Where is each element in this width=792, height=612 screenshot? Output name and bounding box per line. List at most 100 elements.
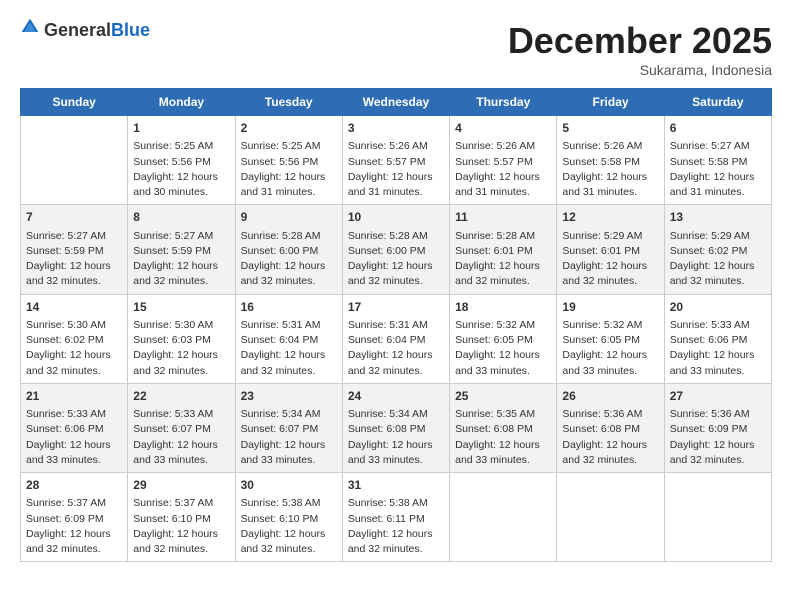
calendar-cell: 7 Sunrise: 5:27 AM Sunset: 5:59 PM Daylig… xyxy=(21,205,128,294)
calendar-cell xyxy=(664,473,771,562)
logo-general: General xyxy=(44,20,111,40)
cell-content: Sunrise: 5:28 AM Sunset: 6:01 PM Dayligh… xyxy=(455,229,551,290)
calendar-cell: 27 Sunrise: 5:36 AM Sunset: 6:09 PM Dayli… xyxy=(664,383,771,472)
day-number: 27 xyxy=(670,388,766,405)
calendar-cell: 19 Sunrise: 5:32 AM Sunset: 6:05 PM Dayli… xyxy=(557,294,664,383)
calendar-header-row: SundayMondayTuesdayWednesdayThursdayFrid… xyxy=(21,89,772,116)
calendar-cell: 10Sunrise: 5:28 AM Sunset: 6:00 PM Dayli… xyxy=(342,205,449,294)
day-number: 11 xyxy=(455,209,551,226)
calendar-cell: 11 Sunrise: 5:28 AM Sunset: 6:01 PM Dayli… xyxy=(450,205,557,294)
cell-content: Sunrise: 5:26 AM Sunset: 5:57 PM Dayligh… xyxy=(348,139,444,200)
month-title: December 2025 xyxy=(508,20,772,62)
calendar-week-4: 21 Sunrise: 5:33 AM Sunset: 6:06 PM Dayli… xyxy=(21,383,772,472)
header-tuesday: Tuesday xyxy=(235,89,342,116)
day-number: 6 xyxy=(670,120,766,137)
calendar-week-2: 7 Sunrise: 5:27 AM Sunset: 5:59 PM Daylig… xyxy=(21,205,772,294)
logo-icon xyxy=(20,17,40,37)
calendar-cell: 14 Sunrise: 5:30 AM Sunset: 6:02 PM Dayli… xyxy=(21,294,128,383)
day-number: 30 xyxy=(241,477,337,494)
cell-content: Sunrise: 5:28 AM Sunset: 6:00 PM Dayligh… xyxy=(241,229,337,290)
calendar-cell: 20 Sunrise: 5:33 AM Sunset: 6:06 PM Dayli… xyxy=(664,294,771,383)
day-number: 17 xyxy=(348,299,444,316)
day-number: 24 xyxy=(348,388,444,405)
calendar-cell: 25 Sunrise: 5:35 AM Sunset: 6:08 PM Dayli… xyxy=(450,383,557,472)
cell-content: Sunrise: 5:33 AM Sunset: 6:06 PM Dayligh… xyxy=(670,318,766,379)
cell-content: Sunrise: 5:26 AM Sunset: 5:58 PM Dayligh… xyxy=(562,139,658,200)
calendar-cell: 12 Sunrise: 5:29 AM Sunset: 6:01 PM Dayli… xyxy=(557,205,664,294)
header-sunday: Sunday xyxy=(21,89,128,116)
day-number: 7 xyxy=(26,209,122,226)
calendar-cell: 23 Sunrise: 5:34 AM Sunset: 6:07 PM Dayli… xyxy=(235,383,342,472)
day-number: 8 xyxy=(133,209,229,226)
calendar-cell: 13Sunrise: 5:29 AM Sunset: 6:02 PM Dayli… xyxy=(664,205,771,294)
day-number: 12 xyxy=(562,209,658,226)
calendar-cell: 29Sunrise: 5:37 AM Sunset: 6:10 PM Dayli… xyxy=(128,473,235,562)
cell-content: Sunrise: 5:27 AM Sunset: 5:59 PM Dayligh… xyxy=(26,229,122,290)
calendar-cell: 18 Sunrise: 5:32 AM Sunset: 6:05 PM Dayli… xyxy=(450,294,557,383)
calendar-cell: 26 Sunrise: 5:36 AM Sunset: 6:08 PM Dayli… xyxy=(557,383,664,472)
day-number: 10 xyxy=(348,209,444,226)
cell-content: Sunrise: 5:36 AM Sunset: 6:08 PM Dayligh… xyxy=(562,407,658,468)
cell-content: Sunrise: 5:31 AM Sunset: 6:04 PM Dayligh… xyxy=(241,318,337,379)
calendar-cell: 3 Sunrise: 5:26 AM Sunset: 5:57 PM Daylig… xyxy=(342,116,449,205)
cell-content: Sunrise: 5:30 AM Sunset: 6:02 PM Dayligh… xyxy=(26,318,122,379)
calendar-week-3: 14 Sunrise: 5:30 AM Sunset: 6:02 PM Dayli… xyxy=(21,294,772,383)
cell-content: Sunrise: 5:34 AM Sunset: 6:07 PM Dayligh… xyxy=(241,407,337,468)
day-number: 3 xyxy=(348,120,444,137)
calendar-cell xyxy=(450,473,557,562)
calendar-cell: 9 Sunrise: 5:28 AM Sunset: 6:00 PM Daylig… xyxy=(235,205,342,294)
header-saturday: Saturday xyxy=(664,89,771,116)
cell-content: Sunrise: 5:37 AM Sunset: 6:10 PM Dayligh… xyxy=(133,496,229,557)
cell-content: Sunrise: 5:33 AM Sunset: 6:07 PM Dayligh… xyxy=(133,407,229,468)
header-monday: Monday xyxy=(128,89,235,116)
cell-content: Sunrise: 5:33 AM Sunset: 6:06 PM Dayligh… xyxy=(26,407,122,468)
calendar-cell xyxy=(557,473,664,562)
calendar-cell: 24 Sunrise: 5:34 AM Sunset: 6:08 PM Dayli… xyxy=(342,383,449,472)
day-number: 20 xyxy=(670,299,766,316)
calendar-cell: 16Sunrise: 5:31 AM Sunset: 6:04 PM Dayli… xyxy=(235,294,342,383)
day-number: 15 xyxy=(133,299,229,316)
calendar-cell: 28 Sunrise: 5:37 AM Sunset: 6:09 PM Dayli… xyxy=(21,473,128,562)
calendar-cell: 31Sunrise: 5:38 AM Sunset: 6:11 PM Dayli… xyxy=(342,473,449,562)
day-number: 2 xyxy=(241,120,337,137)
cell-content: Sunrise: 5:25 AM Sunset: 5:56 PM Dayligh… xyxy=(133,139,229,200)
calendar-cell: 1 Sunrise: 5:25 AM Sunset: 5:56 PM Daylig… xyxy=(128,116,235,205)
day-number: 18 xyxy=(455,299,551,316)
calendar-cell xyxy=(21,116,128,205)
day-number: 31 xyxy=(348,477,444,494)
day-number: 28 xyxy=(26,477,122,494)
cell-content: Sunrise: 5:29 AM Sunset: 6:01 PM Dayligh… xyxy=(562,229,658,290)
day-number: 14 xyxy=(26,299,122,316)
cell-content: Sunrise: 5:32 AM Sunset: 6:05 PM Dayligh… xyxy=(562,318,658,379)
calendar-cell: 15 Sunrise: 5:30 AM Sunset: 6:03 PM Dayli… xyxy=(128,294,235,383)
cell-content: Sunrise: 5:29 AM Sunset: 6:02 PM Dayligh… xyxy=(670,229,766,290)
header-wednesday: Wednesday xyxy=(342,89,449,116)
day-number: 23 xyxy=(241,388,337,405)
header-thursday: Thursday xyxy=(450,89,557,116)
day-number: 19 xyxy=(562,299,658,316)
day-number: 22 xyxy=(133,388,229,405)
calendar-cell: 5 Sunrise: 5:26 AM Sunset: 5:58 PM Daylig… xyxy=(557,116,664,205)
day-number: 9 xyxy=(241,209,337,226)
cell-content: Sunrise: 5:36 AM Sunset: 6:09 PM Dayligh… xyxy=(670,407,766,468)
logo-blue: Blue xyxy=(111,20,150,40)
cell-content: Sunrise: 5:34 AM Sunset: 6:08 PM Dayligh… xyxy=(348,407,444,468)
day-number: 5 xyxy=(562,120,658,137)
calendar-cell: 6Sunrise: 5:27 AM Sunset: 5:58 PM Daylig… xyxy=(664,116,771,205)
header-friday: Friday xyxy=(557,89,664,116)
cell-content: Sunrise: 5:31 AM Sunset: 6:04 PM Dayligh… xyxy=(348,318,444,379)
calendar-cell: 8Sunrise: 5:27 AM Sunset: 5:59 PM Daylig… xyxy=(128,205,235,294)
calendar-cell: 2 Sunrise: 5:25 AM Sunset: 5:56 PM Daylig… xyxy=(235,116,342,205)
cell-content: Sunrise: 5:32 AM Sunset: 6:05 PM Dayligh… xyxy=(455,318,551,379)
logo: GeneralBlue xyxy=(20,20,150,41)
calendar-table: SundayMondayTuesdayWednesdayThursdayFrid… xyxy=(20,88,772,562)
cell-content: Sunrise: 5:37 AM Sunset: 6:09 PM Dayligh… xyxy=(26,496,122,557)
day-number: 25 xyxy=(455,388,551,405)
cell-content: Sunrise: 5:30 AM Sunset: 6:03 PM Dayligh… xyxy=(133,318,229,379)
cell-content: Sunrise: 5:38 AM Sunset: 6:10 PM Dayligh… xyxy=(241,496,337,557)
cell-content: Sunrise: 5:25 AM Sunset: 5:56 PM Dayligh… xyxy=(241,139,337,200)
cell-content: Sunrise: 5:35 AM Sunset: 6:08 PM Dayligh… xyxy=(455,407,551,468)
day-number: 21 xyxy=(26,388,122,405)
day-number: 26 xyxy=(562,388,658,405)
day-number: 1 xyxy=(133,120,229,137)
